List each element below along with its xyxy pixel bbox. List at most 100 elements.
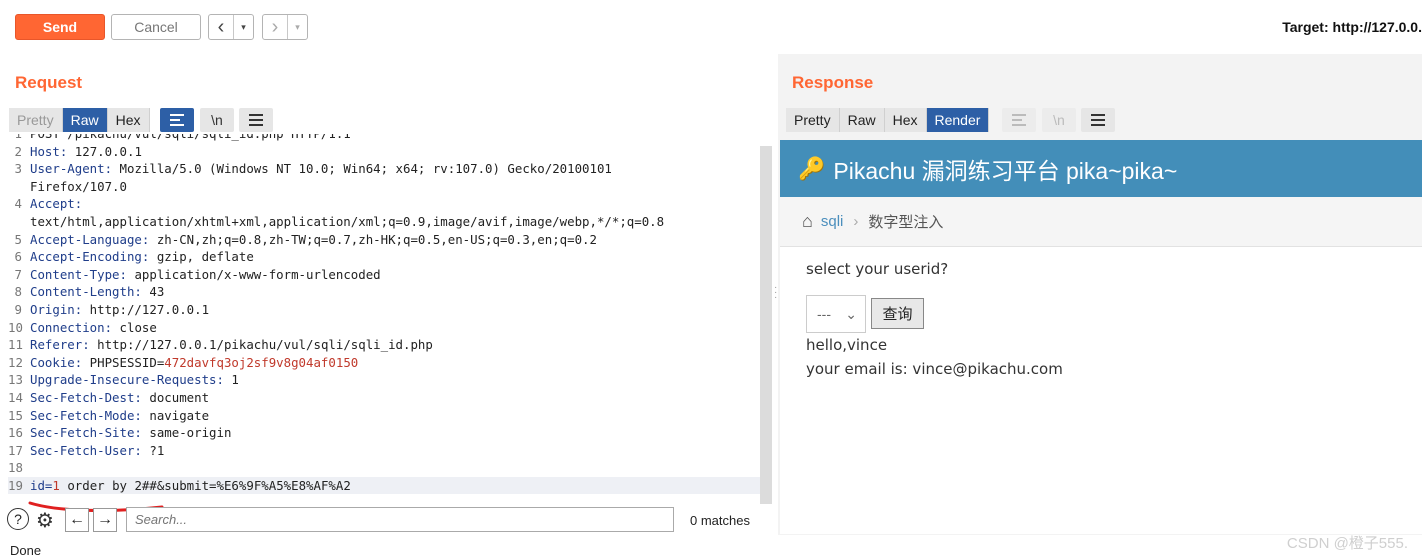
editor-scrollbar[interactable] (760, 146, 772, 504)
breadcrumb-link-sqli[interactable]: sqli (821, 213, 844, 230)
line-number: 13 (8, 372, 23, 388)
show-newlines-button[interactable]: \n (200, 108, 234, 132)
help-icon[interactable]: ? (7, 508, 29, 530)
request-line[interactable]: Firefox/107.0 (8, 178, 772, 196)
header-key: Content-Length: (30, 284, 142, 300)
cookie-value: 472davfq3oj2sf9v8g04af0150 (164, 354, 359, 370)
wrap-lines-button[interactable] (1002, 108, 1036, 132)
line-content: Accept: (30, 195, 82, 213)
header-value: gzip, deflate (149, 249, 254, 265)
header-value: document (141, 389, 210, 405)
line-content: text/html,application/xhtml+xml,applicat… (30, 213, 664, 231)
next-match-button[interactable]: → (93, 508, 117, 532)
back-history-button[interactable]: ‹ ▾ (208, 14, 254, 40)
target-label[interactable]: Target: http://127.0.0. (1282, 19, 1422, 35)
header-key: Host: (30, 143, 68, 159)
request-line[interactable]: 6 Accept-Encoding: gzip, deflate (8, 248, 772, 266)
header-key: Sec-Fetch-Dest: (30, 389, 142, 405)
request-line[interactable]: 12 Cookie: PHPSESSID=472davfq3oj2sf9v8g04… (8, 354, 772, 372)
request-line[interactable]: 7 Content-Type: application/x-www-form-ur… (8, 266, 772, 284)
query-button[interactable]: 查询 (871, 298, 924, 329)
header-key: Upgrade-Insecure-Requests: (30, 372, 224, 388)
header-key: Cookie: (30, 354, 83, 370)
line-number (8, 178, 30, 196)
line-content: Cookie: PHPSESSID=472davfq3oj2sf9v8g04af… (30, 354, 358, 372)
header-value: zh-CN,zh;q=0.8,zh-TW;q=0.7,zh-HK;q=0.5,e… (149, 231, 597, 247)
line-content: Content-Length: 43 (30, 283, 164, 301)
breadcrumb: ⌂ sqli › 数字型注入 (780, 197, 1422, 247)
request-line[interactable]: 14 Sec-Fetch-Dest: document (8, 389, 772, 407)
gear-icon[interactable]: ⚙ (33, 508, 57, 532)
line-number: 7 (14, 266, 22, 282)
tab-pretty[interactable]: Pretty (9, 108, 63, 132)
header-key: Connection: (30, 319, 113, 335)
select-value: --- (817, 306, 831, 322)
breadcrumb-separator-icon: › (853, 213, 859, 230)
header-value: 1 (223, 372, 239, 388)
request-line[interactable]: 8 Content-Length: 43 (8, 283, 772, 301)
tab-raw[interactable]: Raw (62, 108, 108, 132)
previous-match-button[interactable]: ← (65, 508, 89, 532)
tab-pretty[interactable]: Pretty (786, 108, 840, 132)
repeater-window: Send Cancel ‹ ▾ › ▾ Target: http://127.0… (0, 0, 1422, 558)
breadcrumb-current: 数字型注入 (868, 214, 944, 231)
header-value: application/x-www-form-urlencoded (126, 266, 381, 282)
line-content: Connection: close (30, 319, 157, 337)
email-text: your email is: vince@pikachu.com (806, 360, 1063, 378)
header-key: Sec-Fetch-Site: (30, 425, 142, 441)
line-number: 2 (14, 143, 22, 159)
chevron-down-icon[interactable]: ▾ (233, 15, 253, 39)
request-line[interactable]: 11 Referer: http://127.0.0.1/pikachu/vul/… (8, 336, 772, 354)
search-input[interactable] (126, 507, 674, 532)
userid-select[interactable]: --- ⌄ (806, 295, 866, 333)
show-newlines-button[interactable]: \n (1042, 108, 1076, 132)
request-line[interactable]: 17 Sec-Fetch-User: ?1 (8, 442, 772, 460)
request-search-bar: ? ⚙ ← → 0 matches (0, 505, 774, 535)
wrap-lines-button[interactable] (160, 108, 194, 132)
request-line[interactable]: 1POST /pikachu/vul/sqli/sqli_id.php HTTP… (8, 134, 772, 143)
header-key: Accept-Encoding: (30, 249, 150, 265)
home-icon[interactable]: ⌂ (802, 211, 813, 232)
line-content: User-Agent: Mozilla/5.0 (Windows NT 10.0… (30, 160, 612, 178)
line-number: 8 (14, 284, 22, 300)
chevron-down-icon[interactable]: ▾ (287, 15, 307, 39)
line-number: 12 (8, 354, 23, 370)
request-line[interactable]: 18 (8, 459, 772, 477)
request-line[interactable]: 13 Upgrade-Insecure-Requests: 1 (8, 371, 772, 389)
header-value: 127.0.0.1 (67, 143, 142, 159)
line-content: Sec-Fetch-Mode: navigate (30, 407, 209, 425)
chevron-left-icon[interactable]: ‹ (209, 15, 233, 39)
request-line[interactable]: 19 id=1 order by 2##&submit=%E6%9F%A5%E8%… (8, 476, 772, 495)
header-value: Mozilla/5.0 (Windows NT 10.0; Win64; x64… (112, 161, 612, 177)
line-number (8, 213, 30, 231)
request-line[interactable]: 10 Connection: close (8, 319, 772, 337)
tab-hex[interactable]: Hex (884, 108, 927, 132)
line-content: Origin: http://127.0.0.1 (30, 301, 209, 319)
tab-render[interactable]: Render (926, 108, 990, 132)
header-key: Sec-Fetch-Mode: (30, 407, 142, 423)
menu-button[interactable] (239, 108, 273, 132)
request-editor[interactable]: 1POST /pikachu/vul/sqli/sqli_id.php HTTP… (8, 134, 772, 506)
line-number: 14 (8, 389, 23, 405)
line-content: Content-Type: application/x-www-form-url… (30, 266, 381, 284)
request-line[interactable]: 5 Accept-Language: zh-CN,zh;q=0.8,zh-TW;q… (8, 231, 772, 249)
cancel-button[interactable]: Cancel (111, 14, 201, 40)
request-line[interactable]: 4 Accept: (8, 195, 772, 213)
header-key: Referer: (30, 337, 90, 353)
line-number: 5 (14, 231, 22, 247)
forward-history-button[interactable]: › ▾ (262, 14, 308, 40)
request-line[interactable]: 3 User-Agent: Mozilla/5.0 (Windows NT 10.… (8, 160, 772, 178)
tab-raw[interactable]: Raw (839, 108, 885, 132)
send-button[interactable]: Send (15, 14, 105, 40)
status-text: Done (10, 543, 42, 558)
request-line[interactable]: 2 Host: 127.0.0.1 (8, 143, 772, 161)
line-number: 3 (14, 161, 22, 177)
menu-button[interactable] (1081, 108, 1115, 132)
chevron-right-icon[interactable]: › (263, 15, 287, 39)
request-line[interactable]: text/html,application/xhtml+xml,applicat… (8, 213, 772, 231)
request-line[interactable]: 9 Origin: http://127.0.0.1 (8, 301, 772, 319)
request-line[interactable]: 15 Sec-Fetch-Mode: navigate (8, 407, 772, 425)
request-line[interactable]: 16 Sec-Fetch-Site: same-origin (8, 424, 772, 442)
tab-hex[interactable]: Hex (107, 108, 150, 132)
line-number: 17 (8, 442, 23, 458)
